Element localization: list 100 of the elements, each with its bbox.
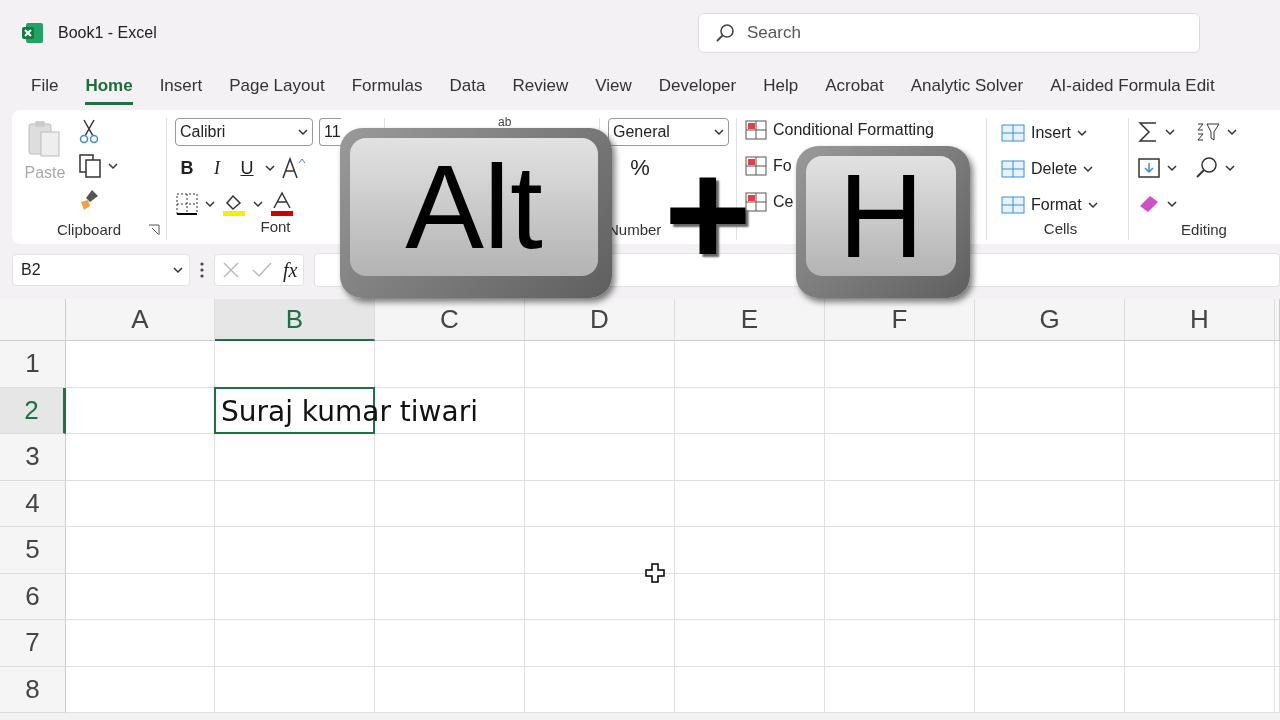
grid-cell[interactable] (675, 480, 825, 527)
grid-cell[interactable] (1275, 573, 1280, 620)
row-header[interactable]: 7 (0, 620, 66, 667)
caret-icon[interactable] (1087, 201, 1098, 209)
grid-cell[interactable] (975, 434, 1125, 481)
font-style-button[interactable]: B (175, 157, 199, 179)
caret-icon[interactable] (265, 164, 275, 172)
close-icon[interactable] (221, 260, 241, 280)
grid-cell[interactable] (675, 620, 825, 667)
sigma-icon[interactable] (1137, 120, 1159, 144)
ribbon-tab[interactable]: Developer (658, 69, 737, 105)
grid-cell[interactable] (1275, 620, 1280, 667)
ribbon-tab[interactable]: File (31, 69, 59, 105)
search-icon[interactable] (1195, 156, 1219, 180)
grid-cell[interactable] (1275, 434, 1280, 481)
grid-cell[interactable] (525, 341, 675, 388)
grid-cell[interactable] (975, 620, 1125, 667)
grid-cell[interactable] (825, 434, 975, 481)
column-header[interactable]: B (215, 299, 375, 341)
grid-cell[interactable] (1125, 434, 1275, 481)
borders-icon[interactable] (175, 192, 199, 216)
styles-button[interactable]: Conditional Formatting (745, 118, 934, 142)
grid-cell[interactable] (675, 434, 825, 481)
column-header[interactable]: G (975, 299, 1125, 341)
grid-cell[interactable] (215, 527, 375, 574)
grid-cell[interactable] (66, 573, 215, 620)
grid-cell[interactable] (525, 480, 675, 527)
percent-style-button[interactable]: % (628, 155, 652, 181)
grid-cell[interactable] (975, 341, 1125, 388)
grid-cell[interactable] (975, 666, 1125, 713)
row-header[interactable]: 6 (0, 573, 66, 620)
grid-cell[interactable] (675, 573, 825, 620)
grid-cell[interactable] (66, 527, 215, 574)
caret-icon[interactable] (1227, 128, 1237, 136)
grid-cell[interactable] (1275, 527, 1280, 574)
caret-icon[interactable] (1167, 200, 1177, 208)
grid-cell[interactable] (825, 527, 975, 574)
caret-icon[interactable] (714, 128, 724, 136)
ribbon-tab[interactable]: AI-aided Formula Edit (1050, 69, 1215, 105)
grid-cell[interactable] (1125, 573, 1275, 620)
caret-icon[interactable] (298, 128, 308, 136)
grid-cell[interactable] (1125, 387, 1275, 434)
grid-cell[interactable] (215, 573, 375, 620)
ribbon-tab[interactable]: View (595, 69, 632, 105)
ribbon-tab[interactable]: Home (85, 69, 133, 105)
grid-cell[interactable] (975, 387, 1125, 434)
grid-cell[interactable] (215, 434, 375, 481)
row-header[interactable]: 5 (0, 527, 66, 574)
grid-cell[interactable] (1125, 341, 1275, 388)
copy-icon[interactable] (78, 153, 102, 179)
font-name-dropdown[interactable]: Calibri (175, 118, 313, 146)
grid-cell[interactable] (66, 434, 215, 481)
check-icon[interactable] (251, 260, 273, 280)
grow-font-icon[interactable] (281, 156, 307, 180)
row-header[interactable]: 2 (0, 387, 66, 434)
caret-icon[interactable] (253, 200, 263, 208)
ribbon-tab[interactable]: Analytic Solver (910, 69, 1024, 105)
grid-cell[interactable] (525, 620, 675, 667)
grid-cell[interactable] (215, 480, 375, 527)
column-header[interactable] (1275, 299, 1280, 341)
grid-cell[interactable] (66, 480, 215, 527)
grid-cell[interactable] (215, 620, 375, 667)
caret-icon[interactable] (1165, 128, 1175, 136)
cells-button[interactable]: Delete (1001, 154, 1094, 184)
column-header[interactable]: H (1125, 299, 1275, 341)
name-box[interactable]: B2 (12, 254, 190, 286)
ribbon-tab[interactable]: Help (763, 69, 799, 105)
grid-cell[interactable] (675, 341, 825, 388)
ribbon-tab[interactable]: Data (449, 69, 486, 105)
cells-button[interactable]: Format (1001, 190, 1098, 220)
grid-cell[interactable] (975, 480, 1125, 527)
ribbon-tab[interactable]: Formulas (351, 69, 423, 105)
grid-cell[interactable] (675, 387, 825, 434)
column-header[interactable]: A (66, 299, 215, 341)
grid-cell[interactable] (1275, 666, 1280, 713)
ribbon-tab[interactable]: Page Layout (229, 69, 325, 105)
caret-icon[interactable] (173, 266, 183, 274)
column-header[interactable]: D (525, 299, 675, 341)
grid-cell[interactable] (825, 480, 975, 527)
caret-icon[interactable] (1077, 129, 1087, 137)
ribbon-tab[interactable]: Review (512, 69, 569, 105)
grid-cell[interactable] (1275, 341, 1280, 388)
more-icon[interactable] (200, 261, 204, 279)
grid-cell[interactable] (975, 573, 1125, 620)
fill-down-icon[interactable] (1137, 156, 1161, 180)
number-format-dropdown[interactable]: General (608, 118, 729, 146)
grid-cell[interactable] (375, 527, 525, 574)
row-header[interactable]: 3 (0, 434, 66, 481)
grid-cell[interactable] (215, 666, 375, 713)
ribbon-tab[interactable]: Insert (159, 69, 203, 105)
grid-cell[interactable] (525, 666, 675, 713)
grid-cell[interactable] (66, 341, 215, 388)
font-color-icon[interactable] (269, 191, 295, 217)
font-style-button[interactable]: U (235, 157, 259, 179)
cells-button[interactable]: Insert (1001, 118, 1087, 148)
grid-cell[interactable] (675, 527, 825, 574)
grid-cell[interactable] (375, 434, 525, 481)
grid-cell[interactable] (1125, 480, 1275, 527)
row-header[interactable]: 8 (0, 666, 66, 713)
font-style-button[interactable]: I (205, 157, 229, 179)
